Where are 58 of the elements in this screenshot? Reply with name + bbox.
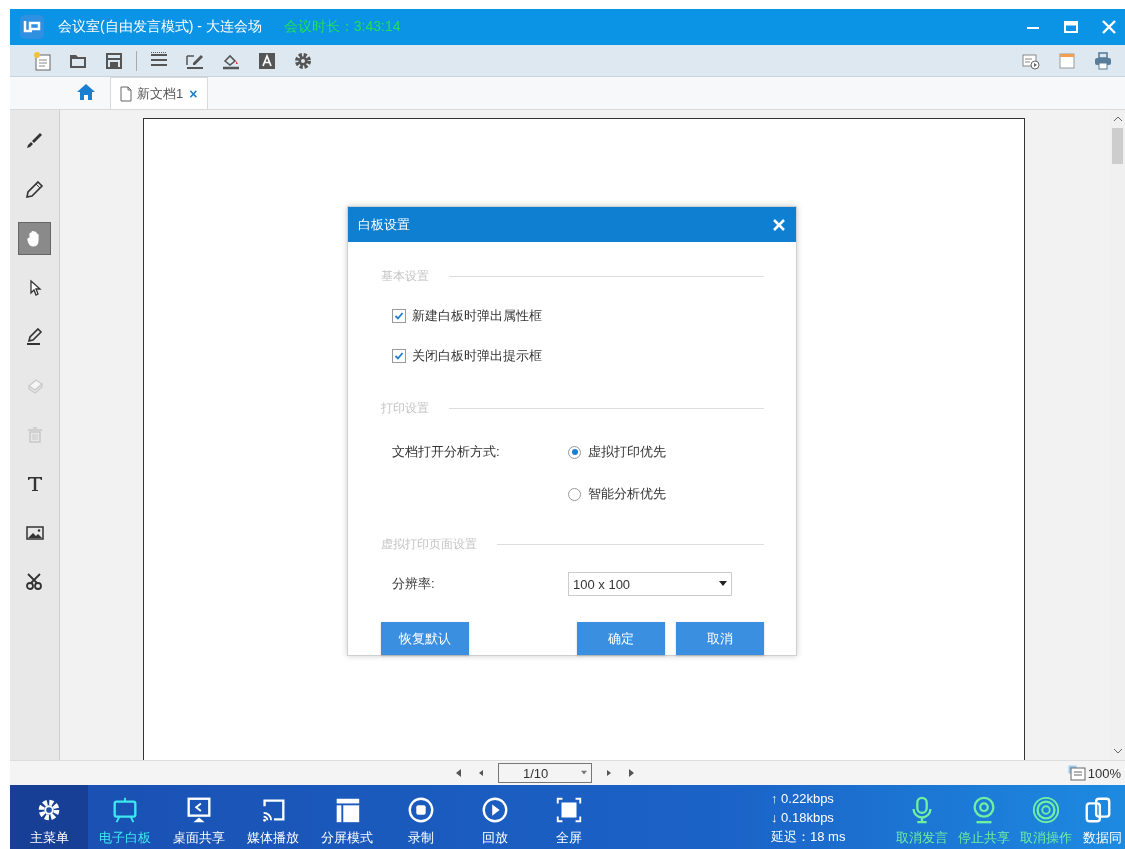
cast-button[interactable]: 媒体播放	[236, 785, 310, 849]
split-button[interactable]: 分屏模式	[310, 785, 384, 849]
checkbox-label: 新建白板时弹出属性框	[412, 307, 542, 325]
sync-button[interactable]: 数据同	[1077, 785, 1125, 849]
upload-rate: ↑ 0.22kbps	[771, 789, 835, 808]
sync-icon	[1083, 795, 1113, 825]
scrollbar[interactable]	[1110, 110, 1125, 760]
scroll-thumb[interactable]	[1112, 128, 1123, 164]
radio-label: 虚拟打印优先	[588, 443, 666, 461]
window-title: 会议室(自由发言模式) - 大连会场	[58, 18, 262, 36]
page-selector[interactable]: 1/10	[498, 763, 592, 783]
whiteboard-button[interactable]: 电子白板	[88, 785, 162, 849]
caret-icon	[581, 770, 587, 776]
settings-icon[interactable]	[293, 50, 313, 71]
checkbox[interactable]	[392, 309, 406, 323]
tab-close-button[interactable]: ×	[187, 85, 200, 102]
scroll-down-icon[interactable]	[1112, 746, 1123, 756]
maximize-icon[interactable]	[1063, 19, 1079, 35]
playback-button[interactable]: 回放	[458, 785, 532, 849]
home-icon[interactable]	[76, 82, 96, 102]
checkbox-option[interactable]: 新建白板时弹出属性框	[392, 298, 764, 334]
caret-icon	[719, 581, 727, 587]
font-icon[interactable]	[257, 50, 277, 71]
desktop-button[interactable]: 桌面共享	[162, 785, 236, 849]
checkbox-option[interactable]: 关闭白板时弹出提示框	[392, 338, 764, 374]
zoom-level: 100%	[1087, 765, 1121, 781]
document-tab[interactable]: 新文档1 ×	[110, 77, 209, 109]
latency: 延迟：18 ms	[771, 827, 847, 846]
record-button[interactable]: 录制	[384, 785, 458, 849]
printer-icon[interactable]	[1093, 50, 1113, 71]
hand-tool-button[interactable]	[18, 222, 51, 255]
page-icon[interactable]	[1067, 765, 1086, 781]
fullscreen-icon	[554, 795, 584, 825]
menu-button[interactable]: 主菜单	[10, 785, 88, 849]
reset-button[interactable]: 恢复默认	[381, 622, 469, 655]
field-label: 文档打开分析方式:	[392, 443, 501, 461]
field-label: 分辨率:	[392, 575, 436, 593]
close-icon[interactable]	[772, 217, 786, 232]
cancel-button[interactable]: 取消	[676, 622, 764, 655]
checkbox-label: 关闭白板时弹出提示框	[412, 347, 542, 365]
close-icon[interactable]	[1101, 19, 1117, 35]
dialog-title: 白板设置	[358, 215, 410, 234]
app-logo-icon	[20, 15, 44, 39]
meeting-timer: 会议时长：3:43:14	[283, 18, 401, 36]
download-rate: ↓ 0.18kbps	[771, 808, 835, 827]
resolution-dropdown[interactable]: 100 x 100	[568, 572, 732, 596]
scroll-up-icon[interactable]	[1112, 114, 1123, 124]
radio-label: 智能分析优先	[588, 485, 666, 503]
ok-button[interactable]: 确定	[577, 622, 665, 655]
mic-button[interactable]: 取消发言	[891, 785, 953, 849]
record-icon	[406, 795, 436, 825]
document-icon	[119, 85, 133, 102]
camera-button[interactable]: 停止共享	[953, 785, 1015, 849]
save-icon[interactable]	[104, 50, 124, 71]
checkbox[interactable]	[392, 349, 406, 363]
playback-icon	[480, 795, 510, 825]
target-icon	[1031, 795, 1061, 825]
fullscreen-button[interactable]: 全屏	[532, 785, 606, 849]
